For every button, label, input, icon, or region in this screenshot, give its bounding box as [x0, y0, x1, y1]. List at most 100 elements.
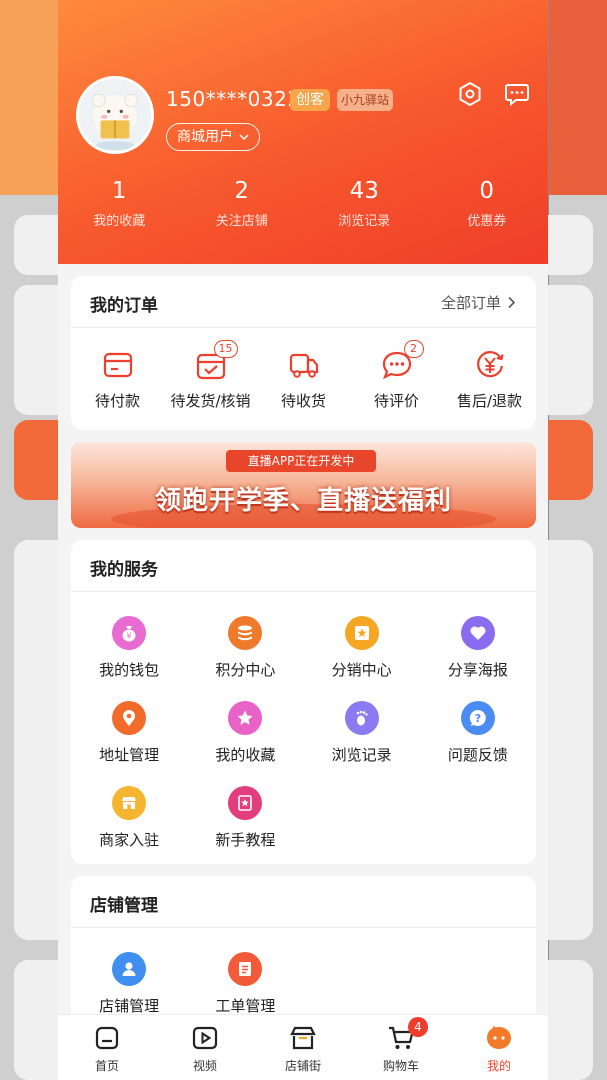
stat-history[interactable]: 43 浏览记录: [303, 176, 426, 229]
divider: [71, 591, 536, 592]
store-manage-item[interactable]: 店铺管理: [71, 952, 187, 1016]
svg-text:?: ?: [475, 712, 481, 725]
services-title: 我的服务: [90, 560, 158, 580]
service-distribution[interactable]: 分销中心: [304, 616, 420, 680]
video-icon: [192, 1026, 218, 1050]
store-street-icon: [290, 1026, 316, 1050]
all-orders-label: 全部订单: [440, 294, 501, 312]
background-left: [0, 0, 78, 1080]
tab-video[interactable]: 视频: [156, 1015, 254, 1080]
order-refund[interactable]: 售后/退款: [443, 348, 536, 411]
stat-value: 0: [479, 178, 495, 204]
order-label: 待发货/核销: [170, 392, 251, 410]
stat-value: 1: [111, 178, 127, 204]
service-label: 我的收藏: [215, 746, 276, 764]
wallet-card-icon: [103, 352, 132, 378]
service-favorites[interactable]: 我的收藏: [187, 701, 303, 765]
services-card: 我的服务 ¥ 我的钱包 积分中心 分销中心 分享海报 地址管理 我的收藏 浏览记…: [71, 540, 536, 864]
user-stats: 1 我的收藏 2 关注店铺 43 浏览记录 0 优惠券: [58, 176, 548, 229]
settings-hexagon-icon[interactable]: [456, 80, 484, 108]
person-icon: [112, 952, 147, 986]
truck-icon: [289, 353, 318, 378]
avatar-bear-image: [79, 79, 151, 151]
service-share-poster[interactable]: 分享海报: [420, 616, 536, 680]
service-history[interactable]: 浏览记录: [304, 701, 420, 765]
order-pending-shipment[interactable]: 15 待发货/核销: [164, 340, 257, 411]
banner-headline: 领跑开学季、直播送福利: [154, 486, 452, 516]
order-count-badge: 2: [403, 340, 424, 358]
service-label: 积分中心: [215, 661, 276, 679]
avatar[interactable]: [76, 76, 154, 154]
tab-label: 首页: [94, 1059, 119, 1073]
user-phone: 150****0322: [166, 87, 301, 111]
order-pending-review[interactable]: 2 待评价: [350, 340, 443, 411]
stat-label: 关注店铺: [215, 214, 268, 229]
tab-profile[interactable]: 我的: [450, 1015, 548, 1080]
distribution-icon: [344, 616, 379, 650]
order-label: 待付款: [94, 392, 140, 410]
divider: [71, 327, 536, 328]
user-type-selector[interactable]: 商城用户: [166, 123, 260, 151]
service-tutorial[interactable]: 新手教程: [187, 786, 303, 850]
store-title: 店铺管理: [90, 896, 158, 916]
work-order-item[interactable]: 工单管理: [187, 952, 303, 1016]
bottom-tab-bar: 首页 视频 店铺街 4 购物车 我的: [58, 1014, 548, 1080]
profile-face-icon: [487, 1026, 511, 1049]
all-orders-link[interactable]: 全部订单: [441, 292, 516, 313]
document-icon: [228, 952, 263, 986]
order-pending-receipt[interactable]: 待收货: [257, 348, 350, 411]
tab-home[interactable]: 首页: [58, 1015, 156, 1080]
service-feedback[interactable]: ? 问题反馈: [420, 701, 536, 765]
services-grid: ¥ 我的钱包 积分中心 分销中心 分享海报 地址管理 我的收藏 浏览记录 ? 问…: [71, 616, 536, 850]
order-label: 售后/退款: [456, 392, 523, 410]
message-icon[interactable]: [503, 80, 531, 108]
stat-followed-stores[interactable]: 2 关注店铺: [181, 176, 304, 229]
store-grid: 店铺管理 工单管理: [71, 952, 536, 1016]
store-item-label: 工单管理: [215, 997, 276, 1015]
order-status-row: 待付款 15 待发货/核销 待收货 2 待评价 售后/退款: [71, 340, 536, 411]
stat-coupons[interactable]: 0 优惠券: [426, 176, 549, 229]
money-bag-icon: ¥: [112, 616, 147, 650]
orders-card: 我的订单 全部订单 待付款 15 待发货/核销 待收货 2 待评价 售后/退款: [71, 276, 536, 430]
service-merchant-join[interactable]: 商家入驻: [71, 786, 187, 850]
shop-icon: [112, 786, 147, 820]
service-label: 商家入驻: [99, 831, 160, 849]
tab-label: 视频: [192, 1059, 217, 1073]
orders-title: 我的订单: [90, 296, 158, 316]
cart-count-badge: 4: [408, 1017, 428, 1037]
footprint-icon: [344, 701, 379, 735]
promo-banner[interactable]: 直播APP正在开发中 领跑开学季、直播送福利: [71, 442, 536, 528]
user-type-label: 商城用户: [177, 129, 233, 145]
service-label: 我的钱包: [99, 661, 160, 679]
stat-label: 浏览记录: [338, 214, 391, 229]
service-label: 浏览记录: [331, 746, 392, 764]
service-label: 问题反馈: [447, 746, 508, 764]
chevron-right-icon: [508, 296, 516, 309]
store-item-label: 店铺管理: [99, 997, 160, 1015]
banner-tag: 直播APP正在开发中: [226, 450, 376, 472]
service-wallet[interactable]: ¥ 我的钱包: [71, 616, 187, 680]
stat-favorites[interactable]: 1 我的收藏: [58, 176, 181, 229]
tab-label: 购物车: [382, 1059, 419, 1073]
service-label: 新手教程: [215, 831, 276, 849]
stat-label: 优惠券: [467, 214, 507, 229]
profile-header: 150****0322 创客 小九驿站 商城用户 1 我的收藏 2 关注店铺 4…: [58, 0, 548, 264]
tab-store-street[interactable]: 店铺街: [254, 1015, 352, 1080]
station-badge: 小九驿站: [337, 89, 394, 111]
divider: [71, 927, 536, 928]
tab-cart[interactable]: 4 购物车: [352, 1015, 450, 1080]
order-pending-payment[interactable]: 待付款: [71, 348, 164, 411]
service-label: 分享海报: [447, 661, 508, 679]
creator-badge: 创客: [290, 89, 330, 111]
svg-text:¥: ¥: [127, 632, 132, 641]
chevron-down-icon: [239, 134, 249, 141]
question-icon: ?: [460, 701, 495, 735]
service-address[interactable]: 地址管理: [71, 701, 187, 765]
yen-refund-icon: [476, 351, 504, 378]
tab-label: 店铺街: [284, 1059, 321, 1073]
service-points[interactable]: 积分中心: [187, 616, 303, 680]
service-label: 分销中心: [331, 661, 392, 679]
stat-value: 43: [349, 178, 379, 204]
order-label: 待评价: [373, 392, 419, 410]
home-icon: [95, 1026, 119, 1050]
